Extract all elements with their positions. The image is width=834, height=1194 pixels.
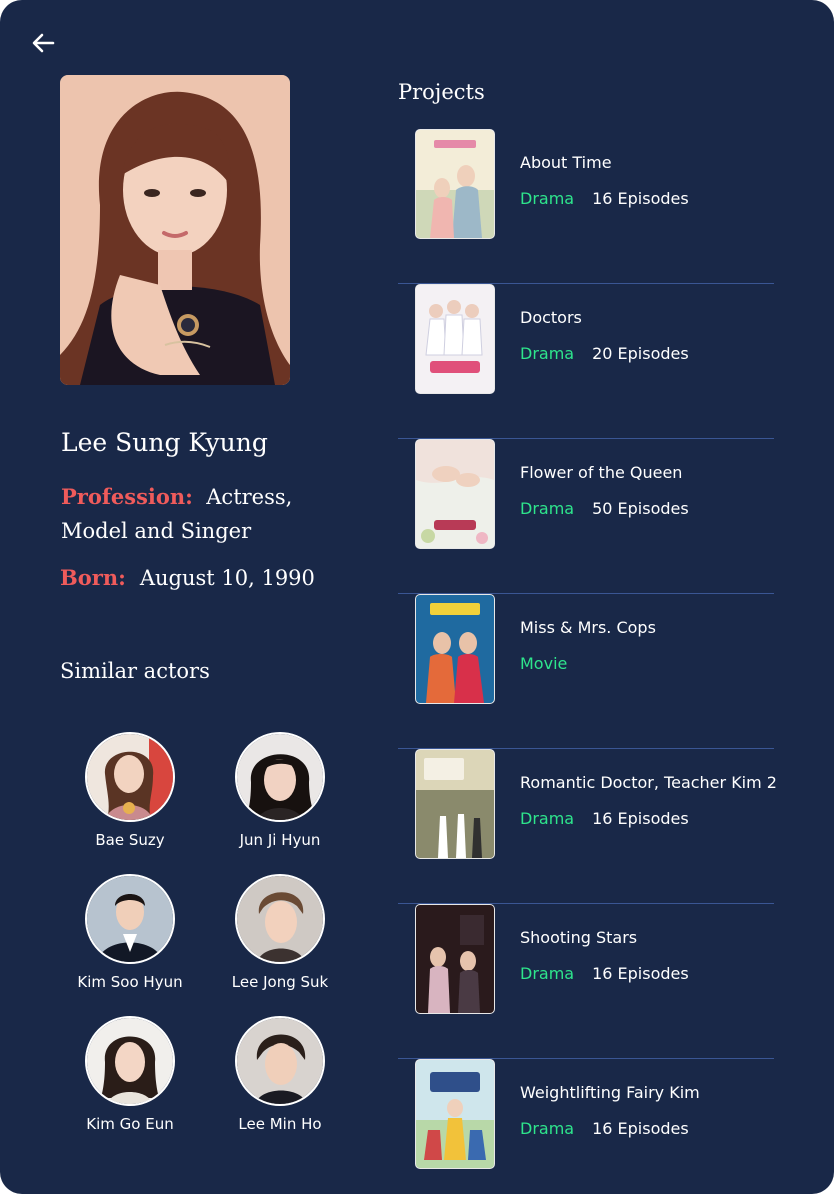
project-item[interactable]: Doctors Drama 20 Episodes <box>398 284 774 439</box>
project-poster <box>415 594 495 704</box>
actor-photo <box>60 75 290 385</box>
project-meta: Drama 50 Episodes <box>520 499 689 518</box>
similar-actor-name: Jun Ji Hyun <box>239 831 321 849</box>
similar-actor-name: Kim Soo Hyun <box>77 973 183 991</box>
actor-detail-screen: Lee Sung Kyung Profession: Actress, Mode… <box>0 0 834 1194</box>
project-genre: Drama <box>520 344 575 363</box>
project-title: Weightlifting Fairy Kim <box>520 1083 700 1102</box>
project-episodes: 16 Episodes <box>592 964 689 983</box>
avatar <box>85 874 175 964</box>
project-poster <box>415 749 495 859</box>
avatar <box>235 874 325 964</box>
project-meta: Drama 16 Episodes <box>520 1119 689 1138</box>
similar-actor-name: Bae Suzy <box>95 831 165 849</box>
similar-actor-card[interactable]: Jun Ji Hyun <box>205 732 355 849</box>
project-item[interactable]: About Time Drama 16 Episodes <box>398 129 774 284</box>
similar-actor-name: Lee Jong Suk <box>231 973 329 991</box>
project-meta: Movie <box>520 654 567 673</box>
projects-heading: Projects <box>398 80 485 104</box>
arrow-left-icon <box>32 33 55 53</box>
similar-actor-card[interactable]: Bae Suzy <box>55 732 205 849</box>
project-item[interactable]: Miss & Mrs. Cops Movie <box>398 594 774 749</box>
project-episodes: 20 Episodes <box>592 344 689 363</box>
project-poster <box>415 284 495 394</box>
avatar <box>235 732 325 822</box>
similar-actor-card[interactable]: Lee Jong Suk <box>205 874 355 991</box>
project-meta: Drama 16 Episodes <box>520 964 689 983</box>
project-item[interactable]: Flower of the Queen Drama 50 Episodes <box>398 439 774 594</box>
born-value: August 10, 1990 <box>139 566 315 590</box>
similar-actor-card[interactable]: Lee Min Ho <box>205 1016 355 1133</box>
project-genre: Drama <box>520 809 575 828</box>
project-title: Romantic Doctor, Teacher Kim 2 <box>520 773 777 792</box>
project-title: Flower of the Queen <box>520 463 683 482</box>
project-genre: Drama <box>520 499 575 518</box>
project-poster <box>415 439 495 549</box>
profession-label: Profession: <box>61 484 193 509</box>
similar-actor-card[interactable]: Kim Soo Hyun <box>55 874 205 991</box>
project-genre: Drama <box>520 964 575 983</box>
project-episodes: 16 Episodes <box>592 1119 689 1138</box>
project-episodes: 50 Episodes <box>592 499 689 518</box>
project-episodes: 16 Episodes <box>592 189 689 208</box>
avatar <box>235 1016 325 1106</box>
project-meta: Drama 16 Episodes <box>520 189 689 208</box>
project-title: Doctors <box>520 308 582 327</box>
similar-actors-heading: Similar actors <box>60 659 210 683</box>
project-item[interactable]: Romantic Doctor, Teacher Kim 2 Drama 16 E… <box>398 749 777 904</box>
project-meta: Drama 20 Episodes <box>520 344 689 363</box>
project-poster <box>415 904 495 1014</box>
project-genre: Drama <box>520 1119 575 1138</box>
born-label: Born: <box>60 565 126 590</box>
avatar <box>85 1016 175 1106</box>
project-item[interactable]: Shooting Stars Drama 16 Episodes <box>398 904 774 1059</box>
similar-actor-name: Lee Min Ho <box>238 1115 322 1133</box>
project-poster <box>415 129 495 239</box>
back-button[interactable] <box>28 28 58 58</box>
actor-name: Lee Sung Kyung <box>61 428 268 457</box>
project-episodes: 16 Episodes <box>592 809 689 828</box>
project-title: Shooting Stars <box>520 928 638 947</box>
similar-actor-card[interactable]: Kim Go Eun <box>55 1016 205 1133</box>
similar-actor-name: Kim Go Eun <box>86 1115 174 1133</box>
project-genre: Movie <box>520 654 568 673</box>
avatar <box>85 732 175 822</box>
project-genre: Drama <box>520 189 575 208</box>
project-title: About Time <box>520 153 612 172</box>
profession-row: Profession: Actress, Model and Singer <box>61 480 311 548</box>
project-item[interactable]: Weightlifting Fairy Kim Drama 16 Episodes <box>398 1059 774 1194</box>
project-meta: Drama 16 Episodes <box>520 809 689 828</box>
project-title: Miss & Mrs. Cops <box>520 618 656 637</box>
born-row: Born: August 10, 1990 <box>60 565 315 590</box>
project-poster <box>415 1059 495 1169</box>
